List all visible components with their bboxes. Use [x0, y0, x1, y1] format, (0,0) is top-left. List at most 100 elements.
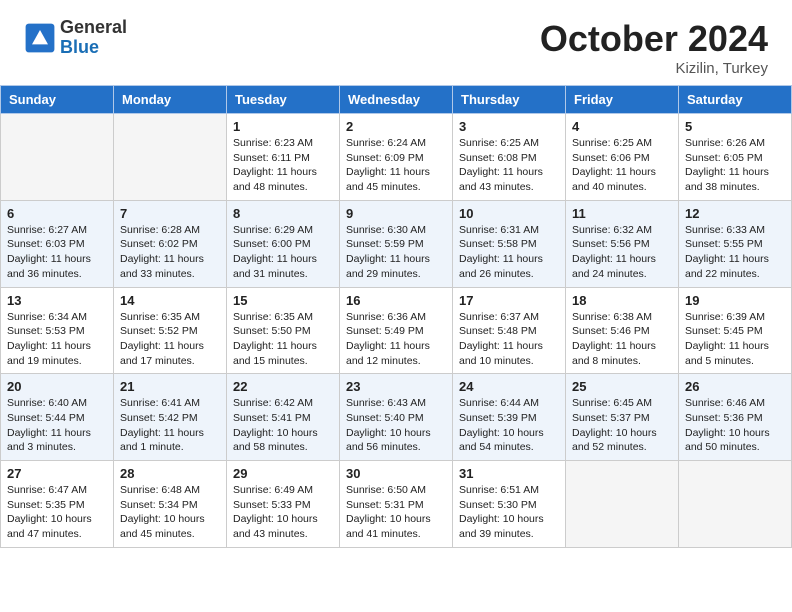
location: Kizilin, Turkey — [540, 60, 768, 77]
day-number: 26 — [685, 379, 785, 394]
calendar-day-cell: 7 Sunrise: 6:28 AMSunset: 6:02 PMDaylight… — [114, 200, 227, 287]
calendar-day-cell: 26 Sunrise: 6:46 AMSunset: 5:36 PMDayligh… — [679, 374, 792, 461]
calendar-week-row: 13 Sunrise: 6:34 AMSunset: 5:53 PMDayligh… — [1, 287, 792, 374]
day-info: Sunrise: 6:35 AMSunset: 5:50 PMDaylight:… — [233, 310, 333, 369]
title-block: October 2024 Kizilin, Turkey — [540, 18, 768, 77]
calendar-day-cell: 29 Sunrise: 6:49 AMSunset: 5:33 PMDayligh… — [227, 461, 340, 548]
calendar-day-cell: 30 Sunrise: 6:50 AMSunset: 5:31 PMDayligh… — [340, 461, 453, 548]
calendar-day-cell: 11 Sunrise: 6:32 AMSunset: 5:56 PMDayligh… — [566, 200, 679, 287]
day-info: Sunrise: 6:26 AMSunset: 6:05 PMDaylight:… — [685, 136, 785, 195]
day-number: 19 — [685, 293, 785, 308]
day-number: 22 — [233, 379, 333, 394]
day-number: 6 — [7, 206, 107, 221]
day-info: Sunrise: 6:38 AMSunset: 5:46 PMDaylight:… — [572, 310, 672, 369]
day-info: Sunrise: 6:45 AMSunset: 5:37 PMDaylight:… — [572, 396, 672, 455]
day-info: Sunrise: 6:49 AMSunset: 5:33 PMDaylight:… — [233, 483, 333, 542]
day-info: Sunrise: 6:39 AMSunset: 5:45 PMDaylight:… — [685, 310, 785, 369]
day-number: 2 — [346, 119, 446, 134]
weekday-header-thursday: Thursday — [453, 86, 566, 114]
calendar-day-cell: 6 Sunrise: 6:27 AMSunset: 6:03 PMDaylight… — [1, 200, 114, 287]
calendar-day-cell — [679, 461, 792, 548]
calendar-day-cell: 13 Sunrise: 6:34 AMSunset: 5:53 PMDayligh… — [1, 287, 114, 374]
day-info: Sunrise: 6:51 AMSunset: 5:30 PMDaylight:… — [459, 483, 559, 542]
day-number: 9 — [346, 206, 446, 221]
day-number: 20 — [7, 379, 107, 394]
calendar-day-cell — [566, 461, 679, 548]
calendar-week-row: 6 Sunrise: 6:27 AMSunset: 6:03 PMDaylight… — [1, 200, 792, 287]
weekday-header-wednesday: Wednesday — [340, 86, 453, 114]
day-info: Sunrise: 6:28 AMSunset: 6:02 PMDaylight:… — [120, 223, 220, 282]
logo-icon — [24, 22, 56, 54]
day-number: 12 — [685, 206, 785, 221]
calendar-day-cell: 3Sunrise: 6:25 AMSunset: 6:08 PMDaylight… — [453, 114, 566, 201]
day-info: Sunrise: 6:41 AMSunset: 5:42 PMDaylight:… — [120, 396, 220, 455]
day-info: Sunrise: 6:40 AMSunset: 5:44 PMDaylight:… — [7, 396, 107, 455]
calendar-day-cell: 18 Sunrise: 6:38 AMSunset: 5:46 PMDayligh… — [566, 287, 679, 374]
day-info: Sunrise: 6:34 AMSunset: 5:53 PMDaylight:… — [7, 310, 107, 369]
day-info: Sunrise: 6:32 AMSunset: 5:56 PMDaylight:… — [572, 223, 672, 282]
calendar-day-cell: 15 Sunrise: 6:35 AMSunset: 5:50 PMDayligh… — [227, 287, 340, 374]
day-number: 15 — [233, 293, 333, 308]
day-number: 10 — [459, 206, 559, 221]
day-info: Sunrise: 6:25 AMSunset: 6:06 PMDaylight:… — [572, 136, 672, 195]
calendar-day-cell: 21 Sunrise: 6:41 AMSunset: 5:42 PMDayligh… — [114, 374, 227, 461]
day-number: 23 — [346, 379, 446, 394]
day-number: 30 — [346, 466, 446, 481]
day-number: 4 — [572, 119, 672, 134]
calendar-day-cell: 17Sunrise: 6:37 AMSunset: 5:48 PMDayligh… — [453, 287, 566, 374]
day-number: 25 — [572, 379, 672, 394]
day-info: Sunrise: 6:46 AMSunset: 5:36 PMDaylight:… — [685, 396, 785, 455]
weekday-header-tuesday: Tuesday — [227, 86, 340, 114]
day-number: 24 — [459, 379, 559, 394]
calendar-day-cell: 27Sunrise: 6:47 AMSunset: 5:35 PMDayligh… — [1, 461, 114, 548]
day-info: Sunrise: 6:36 AMSunset: 5:49 PMDaylight:… — [346, 310, 446, 369]
calendar-day-cell: 14Sunrise: 6:35 AMSunset: 5:52 PMDayligh… — [114, 287, 227, 374]
header: General Blue October 2024 Kizilin, Turke… — [0, 0, 792, 85]
calendar-day-cell: 25 Sunrise: 6:45 AMSunset: 5:37 PMDayligh… — [566, 374, 679, 461]
calendar-day-cell: 10 Sunrise: 6:31 AMSunset: 5:58 PMDayligh… — [453, 200, 566, 287]
day-info: Sunrise: 6:27 AMSunset: 6:03 PMDaylight:… — [7, 223, 107, 282]
calendar-day-cell: 22 Sunrise: 6:42 AMSunset: 5:41 PMDayligh… — [227, 374, 340, 461]
day-info: Sunrise: 6:50 AMSunset: 5:31 PMDaylight:… — [346, 483, 446, 542]
weekday-header-friday: Friday — [566, 86, 679, 114]
weekday-header-monday: Monday — [114, 86, 227, 114]
day-info: Sunrise: 6:48 AMSunset: 5:34 PMDaylight:… — [120, 483, 220, 542]
day-number: 28 — [120, 466, 220, 481]
day-info: Sunrise: 6:25 AMSunset: 6:08 PMDaylight:… — [459, 136, 559, 195]
day-info: Sunrise: 6:24 AMSunset: 6:09 PMDaylight:… — [346, 136, 446, 195]
day-info: Sunrise: 6:30 AMSunset: 5:59 PMDaylight:… — [346, 223, 446, 282]
day-info: Sunrise: 6:44 AMSunset: 5:39 PMDaylight:… — [459, 396, 559, 455]
logo: General Blue — [24, 18, 127, 58]
day-number: 18 — [572, 293, 672, 308]
day-number: 29 — [233, 466, 333, 481]
calendar-day-cell: 12Sunrise: 6:33 AMSunset: 5:55 PMDayligh… — [679, 200, 792, 287]
calendar-week-row: 20 Sunrise: 6:40 AMSunset: 5:44 PMDayligh… — [1, 374, 792, 461]
logo-general-label: General — [60, 18, 127, 38]
day-number: 7 — [120, 206, 220, 221]
calendar-day-cell: 16Sunrise: 6:36 AMSunset: 5:49 PMDayligh… — [340, 287, 453, 374]
calendar-day-cell: 20 Sunrise: 6:40 AMSunset: 5:44 PMDayligh… — [1, 374, 114, 461]
day-number: 31 — [459, 466, 559, 481]
logo-blue-label: Blue — [60, 38, 127, 58]
day-number: 14 — [120, 293, 220, 308]
weekday-header-sunday: Sunday — [1, 86, 114, 114]
day-number: 11 — [572, 206, 672, 221]
day-number: 27 — [7, 466, 107, 481]
calendar-day-cell: 8Sunrise: 6:29 AMSunset: 6:00 PMDaylight… — [227, 200, 340, 287]
day-info: Sunrise: 6:42 AMSunset: 5:41 PMDaylight:… — [233, 396, 333, 455]
calendar-day-cell: 2 Sunrise: 6:24 AMSunset: 6:09 PMDaylight… — [340, 114, 453, 201]
calendar-day-cell: 23Sunrise: 6:43 AMSunset: 5:40 PMDayligh… — [340, 374, 453, 461]
day-info: Sunrise: 6:29 AMSunset: 6:00 PMDaylight:… — [233, 223, 333, 282]
weekday-header-saturday: Saturday — [679, 86, 792, 114]
calendar-day-cell: 28 Sunrise: 6:48 AMSunset: 5:34 PMDayligh… — [114, 461, 227, 548]
calendar-day-cell: 1Sunrise: 6:23 AMSunset: 6:11 PMDaylight… — [227, 114, 340, 201]
day-number: 13 — [7, 293, 107, 308]
day-number: 1 — [233, 119, 333, 134]
month-title: October 2024 — [540, 18, 768, 60]
day-number: 5 — [685, 119, 785, 134]
weekday-header-row: SundayMondayTuesdayWednesdayThursdayFrid… — [1, 86, 792, 114]
day-info: Sunrise: 6:31 AMSunset: 5:58 PMDaylight:… — [459, 223, 559, 282]
day-number: 21 — [120, 379, 220, 394]
day-info: Sunrise: 6:37 AMSunset: 5:48 PMDaylight:… — [459, 310, 559, 369]
calendar-day-cell — [114, 114, 227, 201]
